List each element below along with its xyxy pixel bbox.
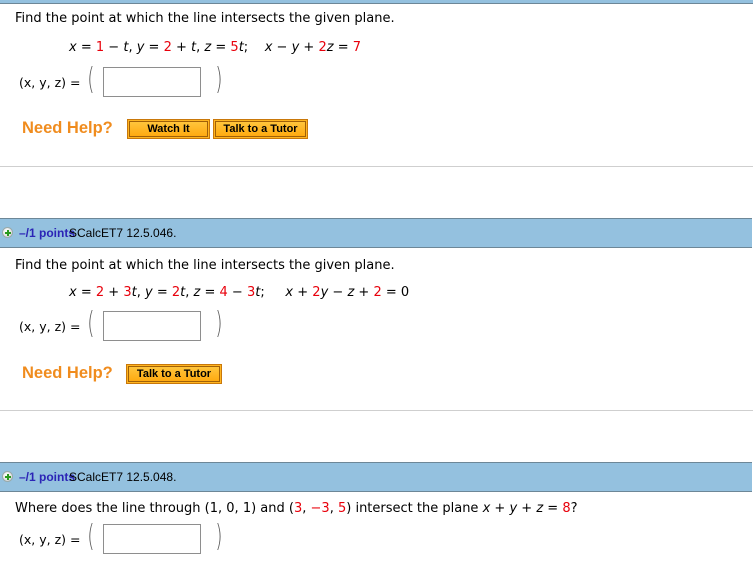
watch-it-button[interactable]: Watch It [127, 119, 210, 139]
left-paren: ( [87, 306, 95, 341]
left-paren: ( [87, 519, 95, 554]
answer-label: (x, y, z) = [19, 532, 81, 547]
question-1-equation: x = 1 − t, y = 2 + t, z = 5t; x − y + 2z… [69, 40, 362, 55]
need-help-label: Need Help? [22, 364, 113, 382]
talk-to-tutor-button[interactable]: Talk to a Tutor [213, 119, 308, 139]
question-2-header: –/1 points SCalcET7 12.5.046. [0, 218, 752, 248]
left-paren: ( [87, 62, 95, 97]
question-1-answer-input[interactable] [103, 67, 201, 97]
divider [0, 410, 753, 411]
question-3-header: –/1 points SCalcET7 12.5.048. [0, 462, 752, 492]
answer-label: (x, y, z) = [19, 75, 81, 90]
expand-plus-icon[interactable] [2, 471, 13, 482]
right-paren: ) [215, 306, 223, 341]
question-2-equation: x = 2 + 3t, y = 2t, z = 4 − 3t; x + 2y −… [69, 285, 410, 300]
points-label: –/1 points [19, 470, 76, 484]
question-2-prompt: Find the point at which the line interse… [15, 258, 395, 273]
points-label: –/1 points [19, 226, 76, 240]
right-paren: ) [215, 519, 223, 554]
question-3-prompt: Where does the line through (1, 0, 1) an… [15, 501, 578, 516]
talk-to-tutor-button[interactable]: Talk to a Tutor [126, 364, 222, 384]
question-1-prompt: Find the point at which the line interse… [15, 11, 395, 26]
question-source: SCalcET7 12.5.046. [69, 226, 177, 240]
divider [0, 166, 753, 167]
right-paren: ) [215, 62, 223, 97]
expand-plus-icon[interactable] [2, 227, 13, 238]
question-header-band-top [0, 0, 753, 4]
answer-label: (x, y, z) = [19, 319, 81, 334]
need-help-label: Need Help? [22, 119, 113, 137]
question-2-answer-input[interactable] [103, 311, 201, 341]
question-source: SCalcET7 12.5.048. [69, 470, 177, 484]
question-3-answer-input[interactable] [103, 524, 201, 554]
